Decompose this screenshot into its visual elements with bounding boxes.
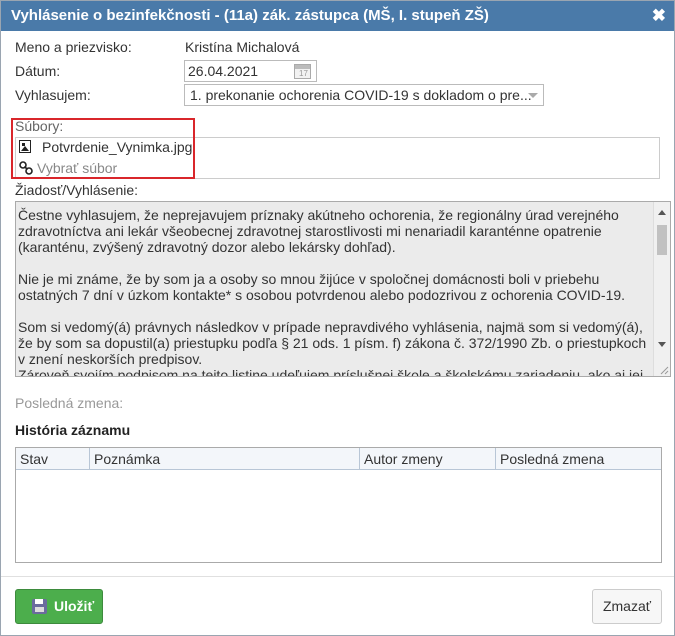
column-header-autor[interactable]: Autor zmeny	[360, 448, 496, 470]
scroll-down-icon[interactable]	[658, 342, 666, 347]
dialog-titlebar: Vyhlásenie o bezinfekčnosti - (11a) zák.…	[1, 1, 674, 31]
dialog-title: Vyhlásenie o bezinfekčnosti - (11a) zák.…	[11, 7, 489, 24]
request-paragraph: Som si vedomý(á) právnych následkov v pr…	[18, 319, 647, 367]
close-icon[interactable]: ✖	[652, 1, 666, 31]
save-label: Uložiť	[54, 598, 95, 614]
chevron-down-icon	[528, 93, 538, 98]
name-label: Meno a priezvisko:	[15, 39, 132, 55]
calendar-day: 17	[299, 69, 308, 78]
column-header-posledna-zmena[interactable]: Posledná zmena	[496, 448, 661, 470]
delete-button[interactable]: Zmazať	[592, 589, 662, 624]
history-title: História záznamu	[15, 422, 131, 438]
declare-label: Vyhlasujem:	[15, 87, 91, 103]
declare-value: 1. prekonanie ochorenia COVID-19 s dokla…	[190, 87, 532, 103]
declare-select[interactable]: 1. prekonanie ochorenia COVID-19 s dokla…	[184, 84, 544, 106]
date-field[interactable]: 26.04.2021 17	[184, 60, 317, 82]
scroll-up-icon[interactable]	[658, 210, 666, 215]
request-label: Žiadosť/Vyhlásenie:	[15, 182, 139, 198]
date-value: 26.04.2021	[188, 63, 259, 79]
calendar-icon[interactable]: 17	[294, 64, 311, 79]
date-label: Dátum:	[15, 63, 61, 79]
request-paragraph: Nie je mi známe, že by som ja a osoby so…	[18, 271, 626, 303]
dialog: Vyhlásenie o bezinfekčnosti - (11a) zák.…	[0, 0, 675, 636]
resize-handle-icon[interactable]	[659, 365, 669, 375]
history-grid: Stav Poznámka Autor zmeny Posledná zmena	[15, 447, 662, 563]
column-header-stav[interactable]: Stav	[16, 448, 90, 470]
history-grid-header: Stav Poznámka Autor zmeny Posledná zmena	[16, 448, 661, 470]
save-button[interactable]: Uložiť	[15, 589, 103, 624]
request-paragraph: Čestne vyhlasujem, že neprejavujem prízn…	[18, 207, 619, 255]
last-change-label: Posledná zmena:	[15, 395, 124, 411]
request-paragraph: Zároveň svojím podpisom na tejto listine…	[18, 367, 644, 377]
request-textarea[interactable]: Čestne vyhlasujem, že neprejavujem prízn…	[15, 201, 671, 377]
name-value: Kristína Michalová	[185, 39, 300, 55]
column-header-poznamka[interactable]: Poznámka	[90, 448, 360, 470]
footer-divider	[1, 576, 674, 577]
request-text: Čestne vyhlasujem, že neprejavujem prízn…	[18, 207, 648, 377]
floppy-disk-icon	[32, 599, 47, 614]
scroll-thumb[interactable]	[657, 225, 667, 255]
textarea-scrollbar[interactable]	[653, 202, 670, 376]
files-highlight	[11, 118, 195, 179]
